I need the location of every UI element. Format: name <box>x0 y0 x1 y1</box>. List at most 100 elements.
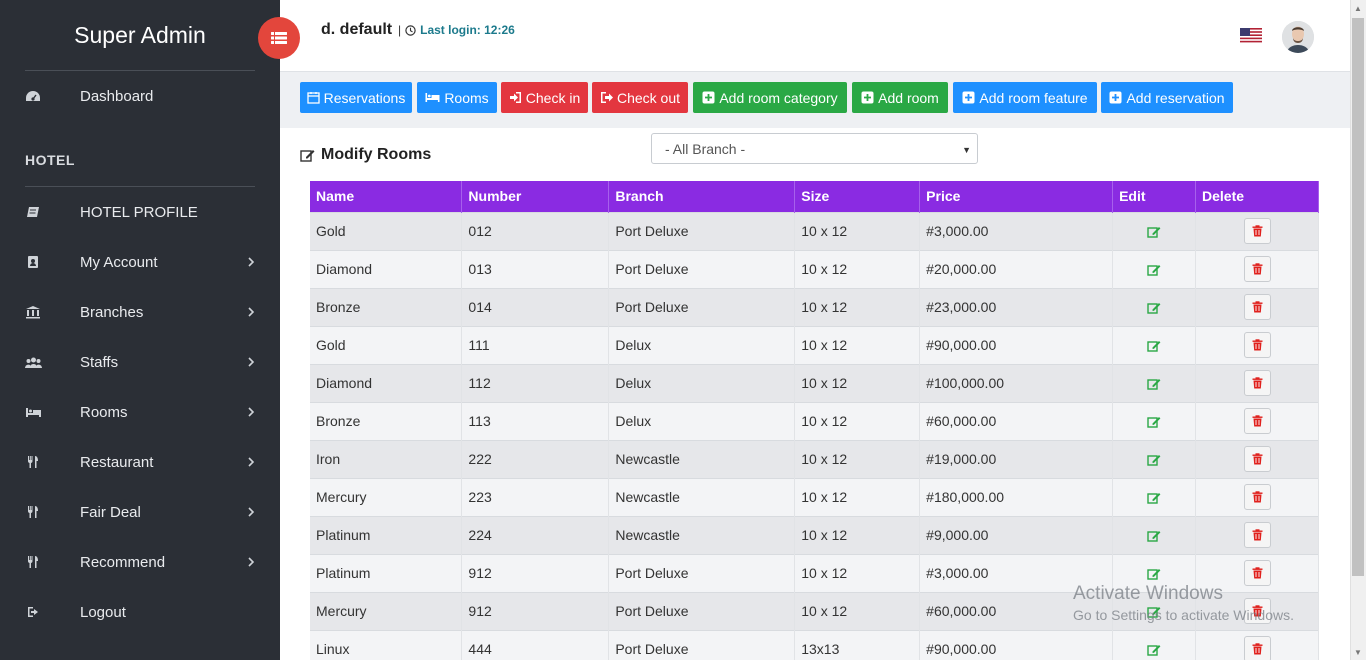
chevron-right-icon <box>248 507 255 517</box>
sidebar-item-hotel-profile[interactable]: HOTEL PROFILE <box>0 192 280 232</box>
add-room-button[interactable]: Add room <box>852 82 948 113</box>
delete-button[interactable] <box>1243 408 1271 434</box>
delete-cell <box>1195 591 1319 630</box>
column-header-name[interactable]: Name <box>310 181 463 212</box>
sidebar-item-recommend[interactable]: Recommend <box>0 542 280 582</box>
cutlery-icon <box>24 503 42 521</box>
edit-button[interactable] <box>1112 591 1197 630</box>
cell-price: #60,000.00 <box>919 401 1114 440</box>
delete-button[interactable] <box>1243 218 1271 244</box>
edit-button[interactable] <box>1112 553 1197 592</box>
users-icon <box>24 353 42 371</box>
add-room-category-button[interactable]: Add room category <box>693 82 847 113</box>
add-reservation-button[interactable]: Add reservation <box>1101 82 1233 113</box>
edit-button[interactable] <box>1112 249 1197 288</box>
sidebar-item-rooms[interactable]: Rooms <box>0 392 280 432</box>
caret-down-icon: ▼ <box>962 145 971 155</box>
avatar[interactable] <box>1282 21 1314 53</box>
edit-button[interactable] <box>1112 477 1197 516</box>
reservations-button[interactable]: Reservations <box>300 82 412 113</box>
cell-number: 012 <box>461 211 610 250</box>
cell-branch: Port Deluxe <box>608 553 796 592</box>
sidebar-item-my-account[interactable]: My Account <box>0 242 280 282</box>
scroll-down-arrow-icon[interactable]: ▼ <box>1354 648 1362 657</box>
edit-icon <box>1147 607 1161 618</box>
table-row: Platinum 224 Newcastle 10 x 12 #9,000.00 <box>310 515 1319 554</box>
cell-price: #90,000.00 <box>919 325 1114 364</box>
edit-icon <box>1147 531 1161 542</box>
cell-name: Bronze <box>310 401 463 440</box>
cell-size: 10 x 12 <box>794 287 921 326</box>
delete-button[interactable] <box>1243 294 1271 320</box>
edit-button[interactable] <box>1112 211 1197 250</box>
button-label: Rooms <box>444 89 489 106</box>
chevron-right-icon <box>248 257 255 267</box>
clock-icon <box>405 24 416 36</box>
column-header-delete: Delete <box>1195 181 1319 212</box>
us-flag-icon[interactable] <box>1240 28 1262 43</box>
scroll-up-arrow-icon[interactable]: ▲ <box>1354 4 1362 13</box>
cell-size: 10 x 12 <box>794 515 921 554</box>
scrollbar-thumb[interactable] <box>1352 18 1364 576</box>
sidebar-item-branches[interactable]: Branches <box>0 292 280 332</box>
sidebar-toggle-button[interactable] <box>258 17 300 59</box>
table-row: Linux 444 Port Deluxe 13x13 #90,000.00 <box>310 629 1319 660</box>
delete-button[interactable] <box>1243 370 1271 396</box>
edit-button[interactable] <box>1112 325 1197 364</box>
delete-button[interactable] <box>1243 522 1271 548</box>
delete-button[interactable] <box>1243 332 1271 358</box>
sidebar-divider <box>25 186 255 187</box>
book-icon <box>24 203 42 221</box>
button-label: Reservations <box>323 89 406 106</box>
cell-price: #90,000.00 <box>919 629 1114 660</box>
plus-square-icon <box>861 91 874 104</box>
branch-select[interactable]: - All Branch - ▼ <box>651 133 978 164</box>
check-out-button[interactable]: Check out <box>592 82 688 113</box>
cell-price: #9,000.00 <box>919 515 1114 554</box>
cell-branch: Delux <box>608 325 796 364</box>
rooms-button[interactable]: Rooms <box>417 82 497 113</box>
delete-button[interactable] <box>1243 636 1271 660</box>
sidebar-item-fair-deal[interactable]: Fair Deal <box>0 492 280 532</box>
check-in-button[interactable]: Check in <box>501 82 588 113</box>
edit-button[interactable] <box>1112 515 1197 554</box>
cell-name: Mercury <box>310 591 463 630</box>
edit-button[interactable] <box>1112 287 1197 326</box>
edit-button[interactable] <box>1112 439 1197 478</box>
trash-icon <box>1252 225 1262 237</box>
delete-button[interactable] <box>1243 560 1271 586</box>
delete-button[interactable] <box>1243 598 1271 624</box>
delete-button[interactable] <box>1243 256 1271 282</box>
edit-button[interactable] <box>1112 363 1197 402</box>
page-title-text: Modify Rooms <box>321 146 432 163</box>
add-room-feature-button[interactable]: Add room feature <box>953 82 1097 113</box>
column-header-size[interactable]: Size <box>794 181 921 212</box>
column-header-branch[interactable]: Branch <box>608 181 796 212</box>
delete-button[interactable] <box>1243 484 1271 510</box>
table-row: Diamond 013 Port Deluxe 10 x 12 #20,000.00 <box>310 249 1319 288</box>
edit-button[interactable] <box>1112 401 1197 440</box>
sidebar-item-label: Recommend <box>80 553 166 571</box>
edit-icon <box>1147 303 1161 314</box>
sidebar-item-dashboard[interactable]: Dashboard <box>0 76 280 116</box>
edit-icon <box>1147 379 1161 390</box>
cell-name: Linux <box>310 629 463 660</box>
delete-button[interactable] <box>1243 446 1271 472</box>
sidebar-item-restaurant[interactable]: Restaurant <box>0 442 280 482</box>
cell-branch: Port Deluxe <box>608 629 796 660</box>
sidebar-item-staffs[interactable]: Staffs <box>0 342 280 382</box>
trash-icon <box>1252 415 1262 427</box>
table-row: Platinum 912 Port Deluxe 10 x 12 #3,000.00 <box>310 553 1319 592</box>
trash-icon <box>1252 605 1262 617</box>
sidebar-item-label: Fair Deal <box>80 503 141 521</box>
delete-cell <box>1195 553 1319 592</box>
sidebar-divider <box>25 70 255 71</box>
cell-name: Mercury <box>310 477 463 516</box>
sidebar-item-logout[interactable]: Logout <box>0 592 280 632</box>
column-header-price[interactable]: Price <box>919 181 1114 212</box>
edit-button[interactable] <box>1112 629 1197 660</box>
column-header-number[interactable]: Number <box>461 181 610 212</box>
sign-out-icon <box>600 92 613 103</box>
trash-icon <box>1252 567 1262 579</box>
sidebar: Super Admin Dashboard HOTEL HOTEL PROFIL… <box>0 0 280 660</box>
